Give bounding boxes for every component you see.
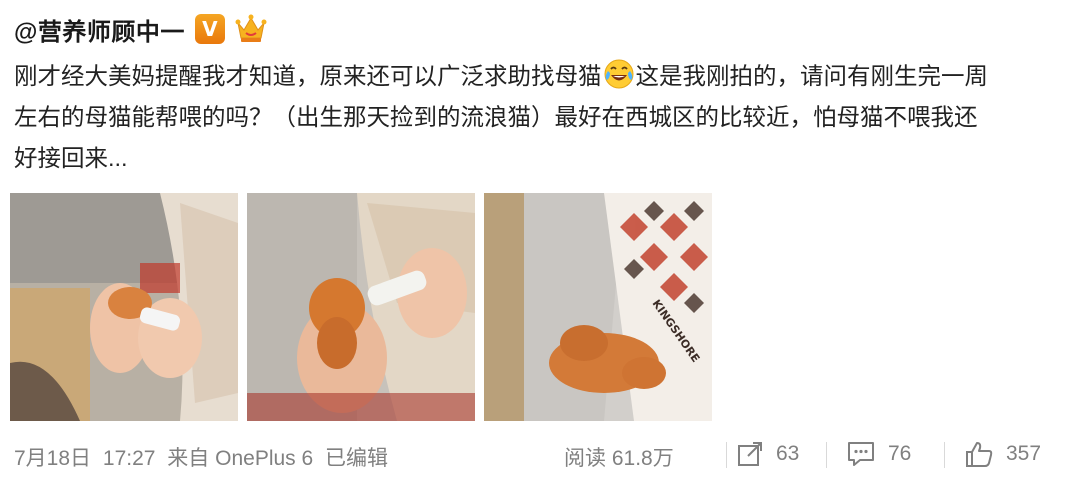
username-link[interactable]: @营养师顾中一 [14,12,185,47]
kitten-on-towel-photo: KINGSHORE [484,193,712,421]
post-source[interactable]: 来自 OnePlus 6 [167,447,313,470]
footer-divider [726,442,727,468]
like-count: 357 [1006,442,1042,465]
post-text-line: 好接回来... [14,145,128,171]
post-text-segment: 这是我刚拍的，请问有刚生完一周 [635,63,989,89]
photo-thumbnail[interactable] [10,193,238,421]
like-button[interactable]: 357 [964,436,1041,472]
kitten-bottle-photo [247,193,475,421]
post-footer: 7月18日 17:27 来自 OnePlus 6 已编辑 阅读 61.8万 63… [14,436,1074,472]
vip-v-icon[interactable]: V [194,14,225,44]
comment-icon [848,442,874,466]
footer-divider [826,442,827,468]
post-text: 刚才经大美妈提醒我才知道，原来还可以广泛求助找母猫 这是我刚拍的，请问有刚生完一… [14,56,1054,179]
post-time[interactable]: 17:27 [103,447,156,470]
crown-member-icon[interactable] [233,11,269,47]
photo-thumbnail[interactable]: KINGSHORE [484,193,712,421]
repost-count: 63 [776,442,800,465]
post-date[interactable]: 7月18日 [14,447,91,470]
post-text-segment: 刚才经大美妈提醒我才知道，原来还可以广泛求助找母猫 [14,63,602,89]
laughing-tears-emoji-icon [604,59,633,89]
photo-thumbnail[interactable] [247,193,475,421]
kitten-feeding-photo [10,193,238,421]
view-count: 阅读 61.8万 [564,447,674,470]
edited-label[interactable]: 已编辑 [325,447,388,470]
post-header: @营养师顾中一 V [14,10,269,48]
comment-button[interactable]: 76 [846,436,911,472]
footer-divider [944,442,945,468]
photo-grid: KINGSHORE [10,193,712,421]
repost-button[interactable]: 63 [736,436,799,472]
comment-count: 76 [888,442,912,465]
post-text-line: 刚才经大美妈提醒我才知道，原来还可以广泛求助找母猫 这是我刚拍的，请问有刚生完一… [14,56,1054,97]
weibo-post: @营养师顾中一 V 刚才经大美妈提醒我才知道，原来还可以广泛求助找母猫 这是我刚… [0,0,1080,480]
like-icon [966,442,993,467]
repost-icon [738,442,762,466]
post-meta: 7月18日 17:27 来自 OnePlus 6 已编辑 [14,442,394,472]
post-text-line: 左右的母猫能帮喂的吗？（出生那天捡到的流浪猫）最好在西城区的比较近，怕母猫不喂我… [14,104,978,130]
